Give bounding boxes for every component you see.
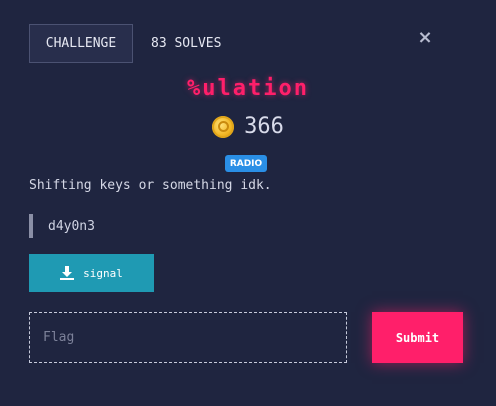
points-display: 366	[0, 114, 496, 139]
coin-icon	[212, 115, 235, 138]
submit-button[interactable]: Submit	[372, 312, 463, 363]
download-icon	[60, 266, 75, 280]
challenge-author: d4y0n3	[29, 214, 95, 238]
tab-challenge[interactable]: CHALLENGE	[29, 24, 133, 63]
category-badge: RADIO	[225, 155, 267, 172]
flag-input[interactable]	[29, 312, 347, 363]
tab-solves[interactable]: 83 SOLVES	[151, 36, 221, 51]
modal-tabs: CHALLENGE 83 SOLVES	[29, 24, 221, 63]
points-value: 366	[244, 114, 284, 139]
challenge-description: Shifting keys or something idk.	[29, 178, 272, 193]
download-label: signal	[83, 266, 123, 280]
challenge-title: %ulation	[187, 76, 309, 101]
download-signal-button[interactable]: signal	[29, 254, 154, 292]
author-name: d4y0n3	[48, 218, 95, 234]
close-icon[interactable]: ×	[417, 29, 433, 47]
